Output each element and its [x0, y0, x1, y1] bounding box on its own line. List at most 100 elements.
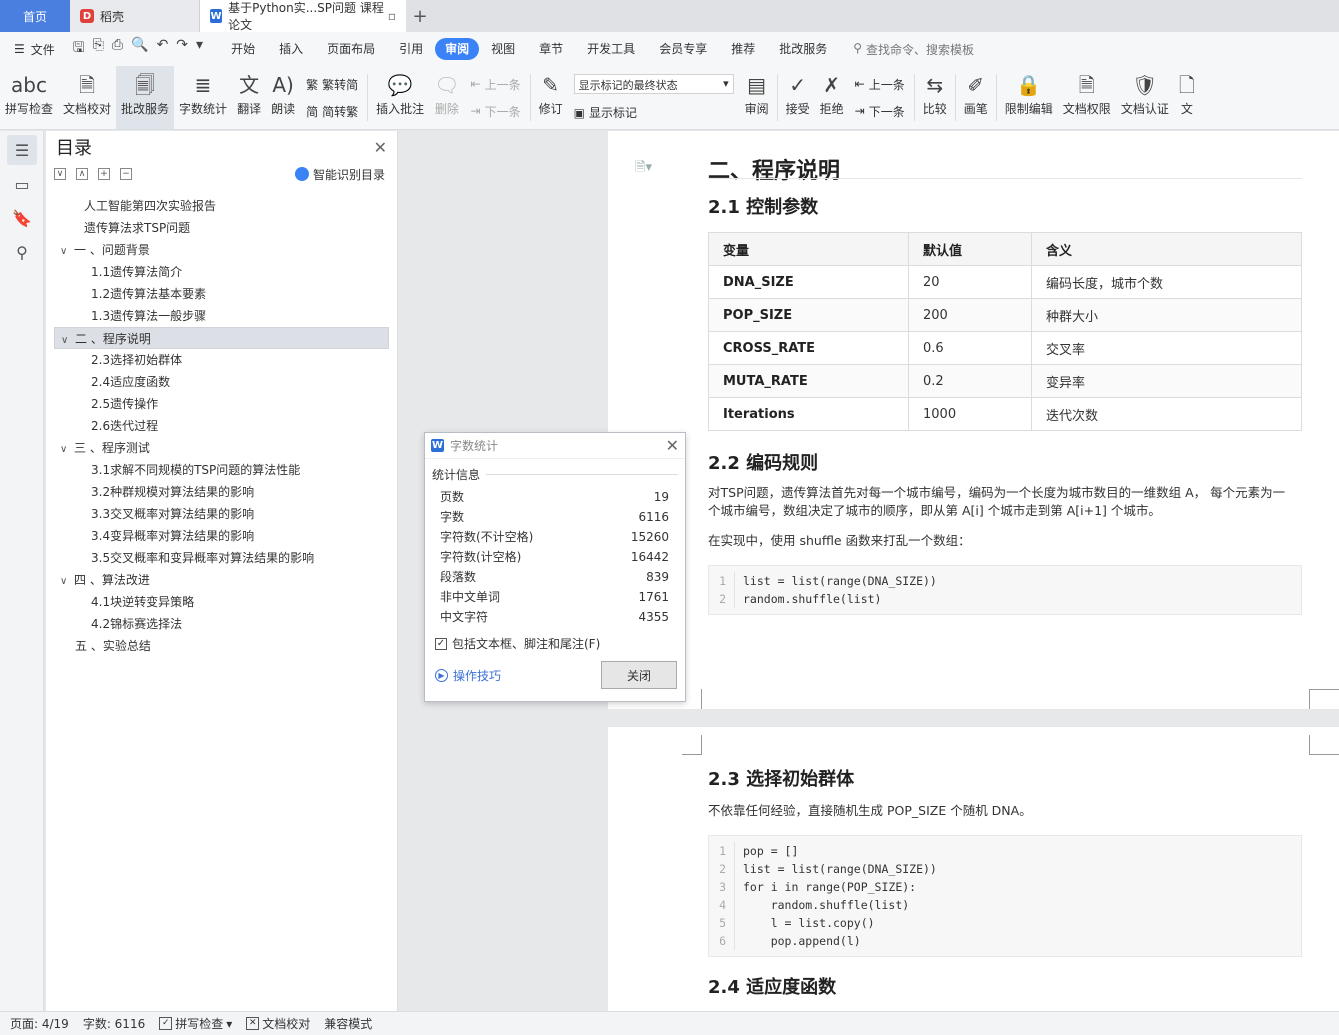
add-heading-icon[interactable]: +	[98, 168, 110, 180]
dialog-titlebar[interactable]: W 字数统计 ✕	[425, 433, 685, 459]
toc-item[interactable]: 3.3交叉概率对算法结果的影响	[46, 503, 397, 525]
simp-to-trad-button[interactable]: 简简转繁	[306, 103, 358, 120]
more-ribbon-button[interactable]: 🗋 文	[1174, 66, 1200, 129]
doc-certify-button[interactable]: 🛡 文档认证	[1116, 66, 1174, 129]
show-markup-button[interactable]: ▣ 显示标记	[574, 104, 734, 121]
toc-item[interactable]: 4.2锦标赛选择法	[46, 613, 397, 635]
tab-daoke[interactable]: D 稻壳	[70, 0, 200, 32]
toc-item[interactable]: 人工智能第四次实验报告	[46, 195, 397, 217]
command-search[interactable]: ⚲ 查找命令、搜索模板	[853, 41, 974, 58]
prev-comment-button[interactable]: ⇤ 上一条	[471, 76, 521, 93]
toc-item[interactable]: 2.5遗传操作	[46, 393, 397, 415]
toc-item[interactable]: 2.6迭代过程	[46, 415, 397, 437]
tab-insert[interactable]: 插入	[267, 38, 315, 60]
toc-item[interactable]: ∨ 三 、程序测试	[46, 437, 397, 459]
remove-heading-icon[interactable]: −	[120, 168, 132, 180]
toc-item[interactable]: ∨ 四 、算法改进	[46, 569, 397, 591]
markup-display-select[interactable]: 显示标记的最终状态 ▾	[573, 74, 734, 94]
save-icon[interactable]: 🖫	[73, 37, 85, 61]
toc-item[interactable]: 2.3选择初始群体	[46, 349, 397, 371]
pen-button[interactable]: ✐ 画笔	[959, 66, 993, 129]
tab-correction[interactable]: 批改服务	[767, 38, 839, 60]
tab-home[interactable]: 首页	[0, 0, 70, 32]
tab-document[interactable]: W 基于Python实...SP问题 课程论文 ▫	[200, 0, 406, 32]
page-note-icon[interactable]: 🗎▾	[635, 158, 652, 180]
export-pdf-icon[interactable]: ⎘	[93, 37, 104, 61]
chevron-down-icon[interactable]: ∨	[60, 241, 74, 263]
insert-comment-button[interactable]: 💬 插入批注	[371, 66, 429, 129]
more-icon[interactable]: ▾	[196, 37, 203, 61]
close-button[interactable]: 关闭	[601, 661, 677, 689]
toc-item[interactable]: 3.1求解不同规模的TSP问题的算法性能	[46, 459, 397, 481]
code-line: 1 list = list(range(DNA_SIZE))	[709, 572, 1301, 590]
toc-item[interactable]: 4.1块逆转变异策略	[46, 591, 397, 613]
close-tab-icon[interactable]: ▫	[388, 9, 396, 23]
word-count-indicator[interactable]: 字数: 6116	[83, 1015, 145, 1032]
proofread-status[interactable]: ✕ 文档校对	[246, 1015, 310, 1032]
translate-button[interactable]: 文翻译	[232, 66, 266, 129]
tab-recommend[interactable]: 推荐	[719, 38, 767, 60]
toc-item[interactable]: 1.2遗传算法基本要素	[46, 283, 397, 305]
close-icon[interactable]: ✕	[666, 436, 679, 455]
tab-developer[interactable]: 开发工具	[575, 38, 647, 60]
tips-link[interactable]: ▶ 操作技巧	[435, 667, 501, 684]
toc-item[interactable]: 1.3遗传算法一般步骤	[46, 305, 397, 327]
find-icon[interactable]: ⚲	[7, 237, 37, 267]
toc-item[interactable]: 五 、实验总结	[46, 635, 397, 657]
prev-change-button[interactable]: ⇤ 上一条	[855, 76, 905, 93]
restrict-editing-button[interactable]: 🔒 限制编辑	[1000, 66, 1058, 129]
chapter-nav-icon[interactable]: ▭	[7, 169, 37, 199]
next-comment-button[interactable]: ⇥ 下一条	[471, 103, 521, 120]
word-count-button[interactable]: ≣ 字数统计	[174, 66, 232, 129]
tab-member[interactable]: 会员专享	[647, 38, 719, 60]
track-changes-button[interactable]: ✎ 修订	[534, 66, 568, 129]
doc-check-button[interactable]: 🗎 文档校对	[58, 66, 116, 129]
bookmark-icon[interactable]: 🔖	[7, 203, 37, 233]
next-change-button[interactable]: ⇥ 下一条	[855, 103, 905, 120]
toc-item-label: 4.2锦标赛选择法	[91, 617, 183, 631]
tab-page-layout[interactable]: 页面布局	[315, 38, 387, 60]
trad-to-simp-button[interactable]: 繁繁转简	[306, 76, 358, 93]
writer-doc-icon: W	[210, 9, 223, 23]
chevron-down-icon[interactable]: ∨	[60, 571, 74, 593]
toc-item[interactable]: ∨ 一 、问题背景	[46, 239, 397, 261]
review-service-button[interactable]: 🗐 批改服务	[116, 66, 175, 129]
doc-permission-button[interactable]: 🗎 文档权限	[1058, 66, 1116, 129]
tab-start[interactable]: 开始	[219, 38, 267, 60]
tab-view[interactable]: 视图	[479, 38, 527, 60]
code-line: 2 random.shuffle(list)	[709, 590, 1301, 608]
tab-references[interactable]: 引用	[387, 38, 435, 60]
chevron-down-icon[interactable]: ∨	[61, 330, 75, 352]
toc-panel-icon[interactable]: ☰	[7, 135, 37, 165]
spellcheck-status[interactable]: ✓ 拼写检查 ▾	[159, 1015, 232, 1032]
toc-item[interactable]: 3.4变异概率对算法结果的影响	[46, 525, 397, 547]
read-aloud-button[interactable]: A) 朗读	[266, 66, 300, 129]
undo-icon[interactable]: ↶	[157, 37, 169, 61]
collapse-all-icon[interactable]: ∨	[54, 168, 66, 180]
toc-item[interactable]: 遗传算法求TSP问题	[46, 217, 397, 239]
toc-item[interactable]: 2.4适应度函数	[46, 371, 397, 393]
chevron-down-icon[interactable]: ∨	[60, 439, 74, 461]
compare-button[interactable]: ⇆ 比较	[918, 66, 952, 129]
delete-comment-button[interactable]: 🗨 删除	[429, 66, 464, 129]
toc-item[interactable]: ∨ 二 、程序说明	[54, 327, 389, 349]
redo-icon[interactable]: ↷	[176, 37, 188, 61]
file-menu[interactable]: ☰ 文件	[0, 41, 65, 58]
new-tab-button[interactable]: +	[406, 0, 434, 32]
review-pane-button[interactable]: ▤ 审阅	[740, 66, 774, 129]
accept-button[interactable]: ✓ 接受	[781, 66, 815, 129]
reject-button[interactable]: ✗ 拒绝	[815, 66, 849, 129]
tab-chapter[interactable]: 章节	[527, 38, 575, 60]
expand-up-icon[interactable]: ∧	[76, 168, 88, 180]
toc-item[interactable]: 3.2种群规模对算法结果的影响	[46, 481, 397, 503]
toc-item[interactable]: 3.5交叉概率和变异概率对算法结果的影响	[46, 547, 397, 569]
page-indicator[interactable]: 页面: 4/19	[10, 1015, 69, 1032]
close-icon[interactable]: ✕	[374, 138, 387, 157]
include-footnotes-checkbox[interactable]: ✓ 包括文本框、脚注和尾注(F)	[425, 627, 685, 652]
print-preview-icon[interactable]: 🔍	[131, 37, 148, 61]
tab-review[interactable]: 审阅	[435, 38, 480, 60]
smart-toc-button[interactable]: 智能识别目录	[294, 166, 389, 183]
print-icon[interactable]: ⎙	[112, 37, 123, 61]
spellcheck-button[interactable]: abc 拼写检查	[0, 66, 58, 129]
toc-item[interactable]: 1.1遗传算法简介	[46, 261, 397, 283]
